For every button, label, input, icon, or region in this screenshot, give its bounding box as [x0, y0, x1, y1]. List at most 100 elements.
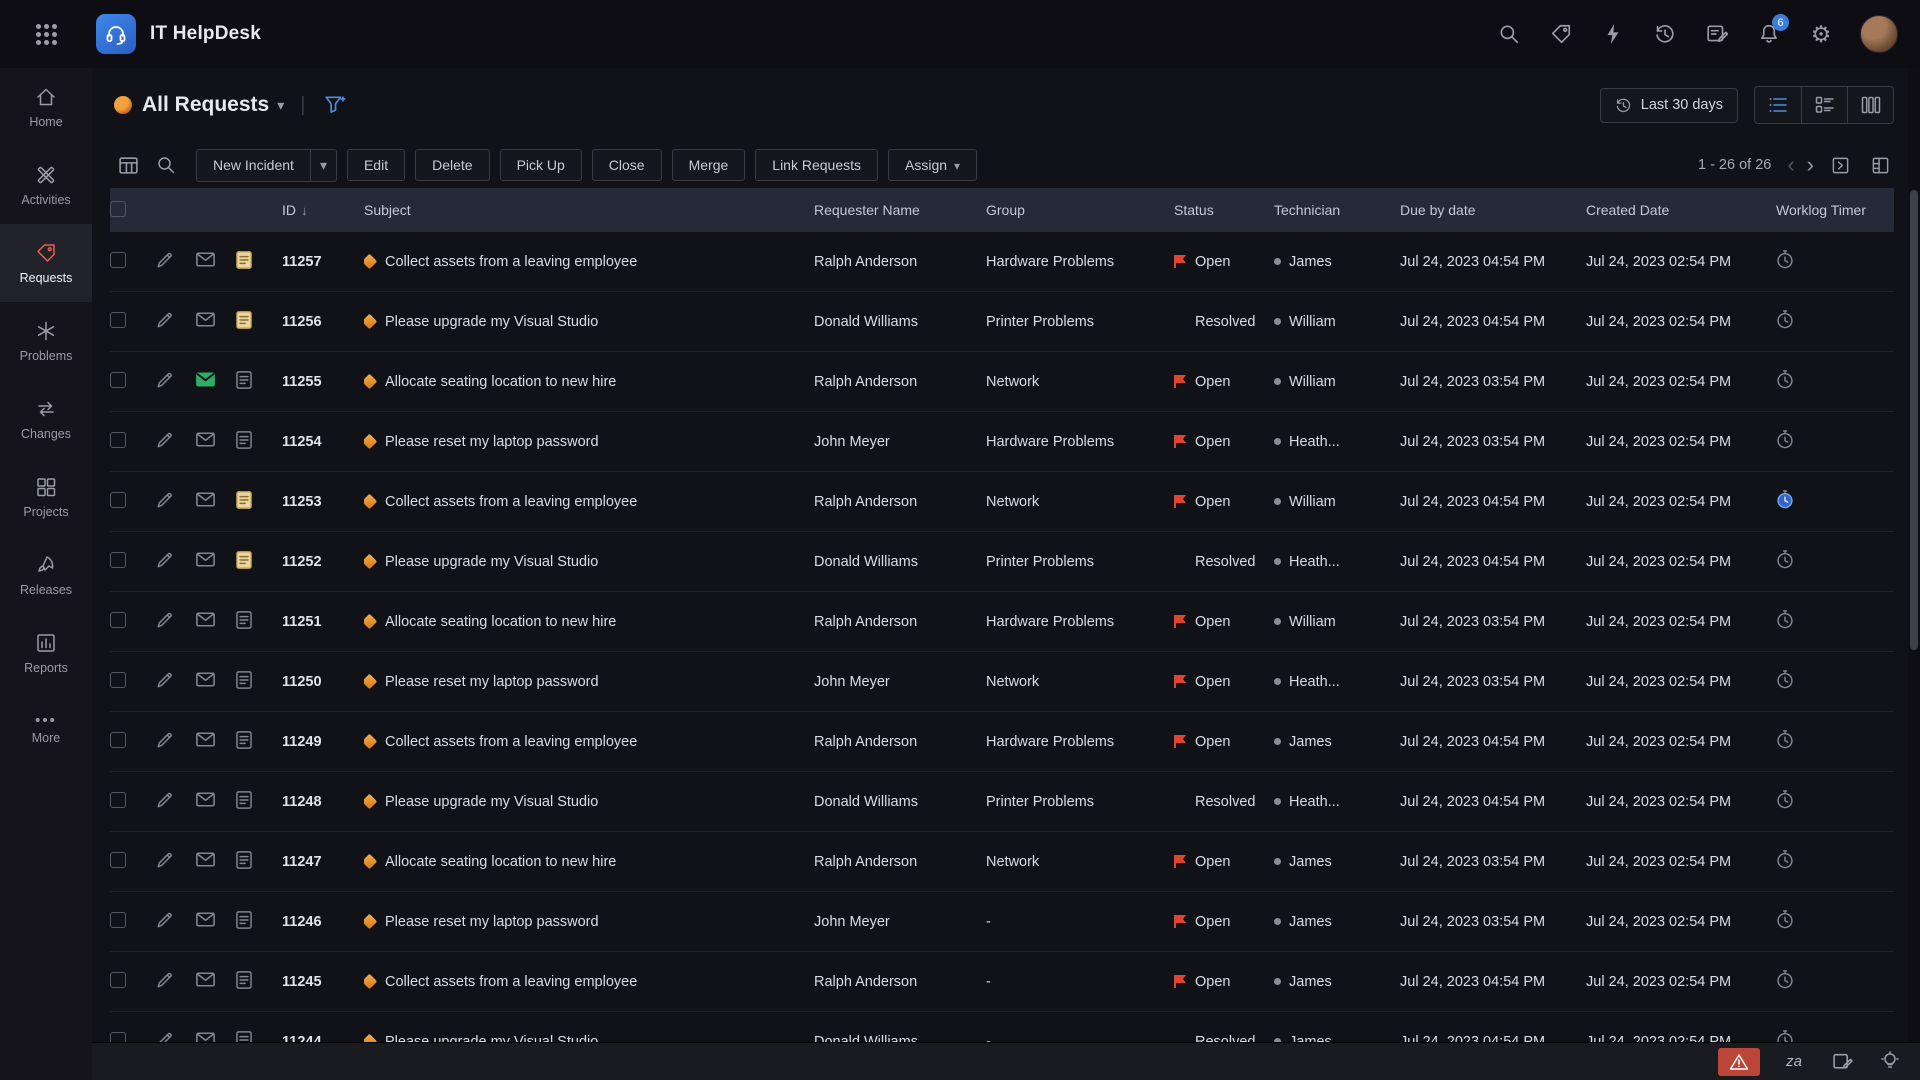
table-row[interactable]: 11246 Please reset my laptop password Jo… — [110, 892, 1894, 952]
edit-pencil-icon[interactable] — [156, 791, 174, 809]
row-checkbox[interactable] — [110, 912, 126, 928]
mail-icon[interactable] — [196, 852, 215, 867]
row-checkbox[interactable] — [110, 852, 126, 868]
column-header-requester[interactable]: Requester Name — [814, 202, 986, 218]
worklog-timer-icon[interactable] — [1776, 730, 1794, 749]
period-filter-button[interactable]: Last 30 days — [1600, 88, 1738, 123]
edit-pencil-icon[interactable] — [156, 611, 174, 629]
whats-new-icon[interactable] — [1548, 21, 1574, 47]
edit-pencil-icon[interactable] — [156, 851, 174, 869]
doc-icon[interactable] — [236, 671, 252, 689]
request-id[interactable]: 11252 — [282, 554, 364, 570]
card-view-button[interactable] — [1801, 87, 1847, 123]
mail-icon[interactable] — [196, 552, 215, 567]
edit-pencil-icon[interactable] — [156, 431, 174, 449]
row-checkbox[interactable] — [110, 492, 126, 508]
search-icon[interactable] — [1496, 21, 1522, 47]
doc-icon[interactable] — [236, 971, 252, 989]
table-row[interactable]: 11251 Allocate seating location to new h… — [110, 592, 1894, 652]
request-id[interactable]: 11248 — [282, 794, 364, 810]
mail-icon[interactable] — [196, 672, 215, 687]
assign-button[interactable]: Assign▾ — [888, 149, 977, 181]
doc-icon[interactable] — [236, 911, 252, 929]
mail-icon[interactable] — [196, 732, 215, 747]
request-subject[interactable]: Allocate seating location to new hire — [385, 854, 616, 870]
worklog-timer-icon[interactable] — [1776, 970, 1794, 989]
doc-icon[interactable] — [236, 611, 252, 629]
row-checkbox[interactable] — [110, 252, 126, 268]
merge-button[interactable]: Merge — [672, 149, 746, 181]
mail-icon[interactable] — [196, 792, 215, 807]
worklog-timer-icon[interactable] — [1776, 670, 1794, 689]
compose-note-icon[interactable] — [1828, 1048, 1856, 1076]
request-id[interactable]: 11247 — [282, 854, 364, 870]
request-subject[interactable]: Please reset my laptop password — [385, 914, 599, 930]
edit-pencil-icon[interactable] — [156, 911, 174, 929]
worklog-timer-icon[interactable] — [1776, 370, 1794, 389]
feedback-icon[interactable] — [1704, 21, 1730, 47]
row-checkbox[interactable] — [110, 672, 126, 688]
last-page-icon[interactable] — [1826, 151, 1854, 179]
sidebar-item-activities[interactable]: Activities — [0, 146, 92, 224]
request-subject[interactable]: Collect assets from a leaving employee — [385, 974, 637, 990]
mail-icon[interactable] — [196, 912, 215, 927]
mail-icon[interactable] — [196, 492, 215, 507]
table-row[interactable]: 11254 Please reset my laptop password Jo… — [110, 412, 1894, 472]
select-all-checkbox[interactable] — [110, 201, 126, 217]
request-id[interactable]: 11256 — [282, 314, 364, 330]
sidebar-item-projects[interactable]: Projects — [0, 458, 92, 536]
request-id[interactable]: 11249 — [282, 734, 364, 750]
warning-icon[interactable] — [1718, 1048, 1760, 1076]
sidebar-item-problems[interactable]: Problems — [0, 302, 92, 380]
request-subject[interactable]: Allocate seating location to new hire — [385, 614, 616, 630]
quick-actions-icon[interactable] — [1600, 21, 1626, 47]
app-launcher-icon[interactable] — [0, 24, 92, 45]
request-subject[interactable]: Collect assets from a leaving employee — [385, 734, 637, 750]
worklog-timer-icon[interactable] — [1776, 550, 1794, 569]
request-subject[interactable]: Please upgrade my Visual Studio — [385, 554, 598, 570]
link-requests-button[interactable]: Link Requests — [755, 149, 878, 181]
table-row[interactable]: 11245 Collect assets from a leaving empl… — [110, 952, 1894, 1012]
translate-icon[interactable]: za — [1780, 1048, 1808, 1076]
table-row[interactable]: 11249 Collect assets from a leaving empl… — [110, 712, 1894, 772]
column-header-group[interactable]: Group — [986, 202, 1174, 218]
sidebar-item-more[interactable]: ••• More — [0, 692, 92, 770]
doc-icon[interactable] — [236, 371, 252, 389]
column-header-id[interactable]: ID↓ — [282, 202, 364, 218]
column-header-worklog[interactable]: Worklog Timer — [1776, 202, 1894, 218]
column-header-status[interactable]: Status — [1174, 202, 1274, 218]
doc-icon[interactable] — [236, 851, 252, 869]
mail-icon[interactable] — [196, 312, 215, 327]
mail-icon[interactable] — [196, 972, 215, 987]
scrollbar-thumb[interactable] — [1910, 190, 1918, 650]
request-subject[interactable]: Please reset my laptop password — [385, 434, 599, 450]
request-id[interactable]: 11257 — [282, 254, 364, 270]
table-row[interactable]: 11255 Allocate seating location to new h… — [110, 352, 1894, 412]
worklog-timer-icon[interactable] — [1776, 490, 1794, 509]
row-checkbox[interactable] — [110, 792, 126, 808]
delete-button[interactable]: Delete — [415, 149, 489, 181]
sidebar-item-releases[interactable]: Releases — [0, 536, 92, 614]
request-id[interactable]: 11255 — [282, 374, 364, 390]
sidebar-item-changes[interactable]: Changes — [0, 380, 92, 458]
request-id[interactable]: 11253 — [282, 494, 364, 510]
worklog-timer-icon[interactable] — [1776, 610, 1794, 629]
history-icon[interactable] — [1652, 21, 1678, 47]
pickup-button[interactable]: Pick Up — [500, 149, 582, 181]
prev-page-icon[interactable]: ‹ — [1787, 154, 1794, 176]
request-subject[interactable]: Please reset my laptop password — [385, 674, 599, 690]
worklog-timer-icon[interactable] — [1776, 850, 1794, 869]
edit-pencil-icon[interactable] — [156, 551, 174, 569]
doc-icon[interactable] — [236, 731, 252, 749]
row-checkbox[interactable] — [110, 972, 126, 988]
doc-icon[interactable] — [236, 251, 252, 269]
table-row[interactable]: 11252 Please upgrade my Visual Studio Do… — [110, 532, 1894, 592]
table-row[interactable]: 11256 Please upgrade my Visual Studio Do… — [110, 292, 1894, 352]
request-id[interactable]: 11254 — [282, 434, 364, 450]
table-row[interactable]: 11250 Please reset my laptop password Jo… — [110, 652, 1894, 712]
edit-pencil-icon[interactable] — [156, 311, 174, 329]
column-header-due[interactable]: Due by date — [1400, 202, 1586, 218]
sidebar-item-home[interactable]: Home — [0, 68, 92, 146]
request-subject[interactable]: Collect assets from a leaving employee — [385, 494, 637, 510]
view-dropdown-icon[interactable]: ▾ — [277, 97, 284, 114]
